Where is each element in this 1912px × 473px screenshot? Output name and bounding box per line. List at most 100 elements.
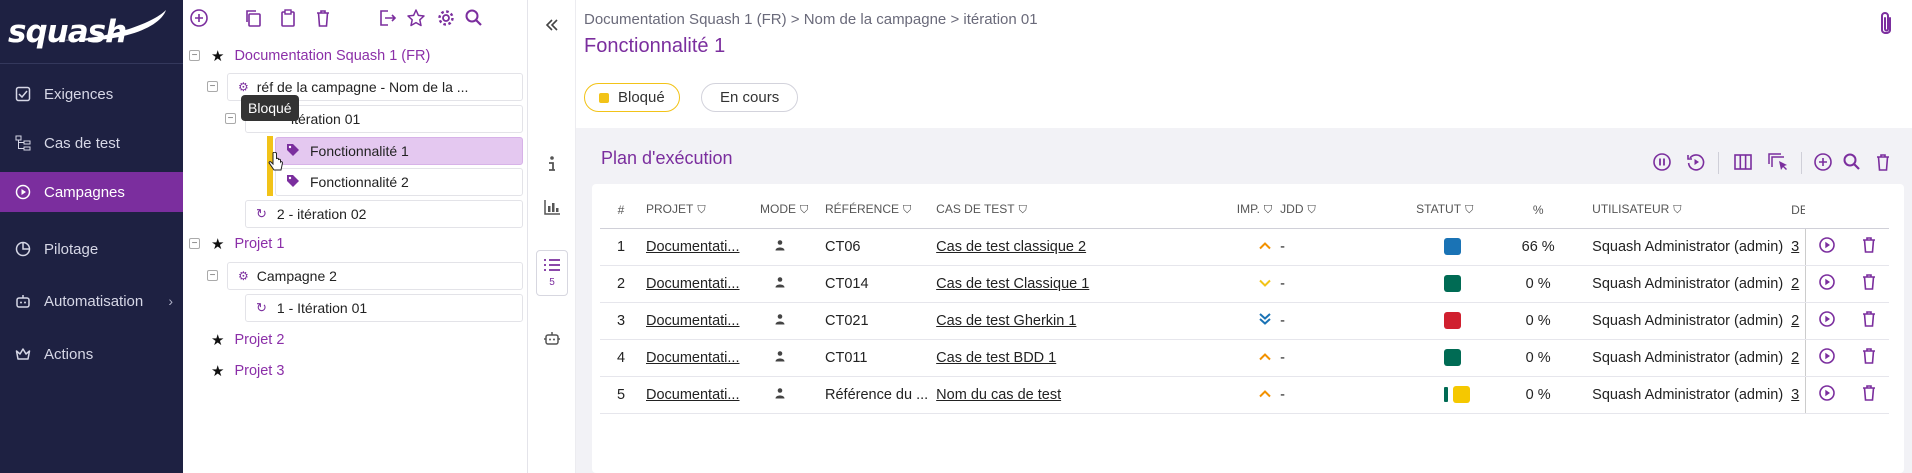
tree-node-iteration-01b[interactable]: ↻ 1 - Itération 01 (245, 294, 523, 322)
col-header-statut[interactable]: STATUT ⛉ (1412, 192, 1507, 229)
stats-bar-chart-icon[interactable] (536, 191, 568, 223)
toolbar-divider (1718, 152, 1719, 174)
col-header-importance[interactable]: IMP. ⛉ (1208, 192, 1277, 229)
relaunch-icon[interactable] (1684, 150, 1708, 174)
collapse-toggle[interactable]: − (207, 270, 218, 281)
table-row[interactable]: 2 Documentati... CT014 Cas de test Classiqu… (600, 265, 1890, 303)
col-header-percent[interactable]: % (1506, 192, 1571, 229)
execution-plan-tab[interactable]: 5 (536, 250, 568, 296)
pause-icon[interactable] (1650, 150, 1674, 174)
nav-item-cas-de-test[interactable]: Cas de test (0, 123, 183, 163)
tree-node-projet-3[interactable]: ★ Projet 3 (211, 357, 284, 385)
row-reference: CT011 (821, 339, 933, 377)
col-header-reference[interactable]: RÉFÉRENCE ⛉ (821, 192, 933, 229)
nav-item-actions[interactable]: Actions (0, 334, 183, 374)
nav-item-exigences[interactable]: Exigences (0, 74, 183, 114)
col-header-projet[interactable]: PROJET ⛉ (642, 192, 756, 229)
col-header-de[interactable]: DE (1787, 192, 1806, 229)
row-status[interactable] (1412, 376, 1507, 414)
list-icon (543, 258, 561, 276)
execute-icon[interactable] (1805, 265, 1850, 303)
row-projet-link[interactable]: Documentati... (642, 376, 756, 414)
status-swatch (1453, 386, 1471, 403)
col-header-num[interactable]: # (600, 192, 642, 229)
status-pill-blocked[interactable]: Bloqué (584, 83, 680, 112)
row-test-case-link[interactable]: Cas de test BDD 1 (932, 339, 1209, 377)
delete-icon[interactable] (311, 6, 335, 30)
info-icon[interactable] (536, 148, 568, 180)
row-projet-link[interactable]: Documentati... (642, 339, 756, 377)
tree-node-fonctionnalite-2[interactable]: Fonctionnalité 2 (275, 168, 523, 196)
star-icon[interactable] (404, 6, 428, 30)
tree-node-fonctionnalite-1[interactable]: Fonctionnalité 1 (275, 137, 523, 165)
export-icon[interactable] (375, 6, 399, 30)
tree-node-campagne-2[interactable]: ⚙ Campagne 2 (227, 262, 523, 290)
collapse-toggle[interactable]: − (189, 238, 200, 249)
row-num: 5 (600, 376, 642, 414)
row-percent: 66 % (1506, 228, 1571, 266)
delete-row-icon[interactable] (1849, 302, 1890, 340)
row-test-case-link[interactable]: Cas de test classique 2 (932, 228, 1209, 266)
delete-icon[interactable] (1871, 150, 1895, 174)
row-test-case-link[interactable]: Nom du cas de test (932, 376, 1209, 414)
col-header-jdd[interactable]: JDD ⛉ (1276, 192, 1413, 229)
robot-icon[interactable] (536, 322, 568, 354)
checkbox-icon (14, 85, 32, 103)
nav-label: Actions (44, 345, 94, 363)
main-content: Documentation Squash 1 (FR) > Nom de la … (576, 0, 1912, 473)
search-icon[interactable] (462, 6, 486, 30)
filter-icon: ⛉ (1263, 204, 1273, 217)
table-row[interactable]: 1 Documentati... CT06 Cas de test classique… (600, 228, 1890, 266)
collapse-toggle[interactable]: − (225, 113, 236, 124)
delete-row-icon[interactable] (1849, 376, 1890, 414)
collapse-toggle[interactable]: − (207, 81, 218, 92)
execute-icon[interactable] (1805, 376, 1850, 414)
delete-row-icon[interactable] (1849, 265, 1890, 303)
add-test-case-icon[interactable] (1811, 150, 1835, 174)
col-header-utilisateur[interactable]: UTILISATEUR ⛉ (1570, 192, 1788, 229)
entity-header: Documentation Squash 1 (FR) > Nom de la … (576, 0, 1912, 128)
row-status[interactable] (1412, 339, 1507, 377)
gear-icon[interactable] (434, 6, 458, 30)
row-test-case-link[interactable]: Cas de test Gherkin 1 (932, 302, 1209, 340)
tree-node-projet-2[interactable]: ★ Projet 2 (211, 326, 284, 354)
execute-icon[interactable] (1805, 339, 1850, 377)
logo[interactable]: squash (0, 0, 183, 64)
table-row[interactable]: 5 Documentati... Référence du ... Nom du ca… (600, 376, 1890, 414)
nav-item-pilotage[interactable]: Pilotage (0, 229, 183, 269)
row-projet-link[interactable]: Documentati... (642, 228, 756, 266)
collapse-double-chevron-icon[interactable] (536, 9, 568, 41)
table-row[interactable]: 4 Documentati... CT011 Cas de test BDD 1 - 0 … (600, 339, 1890, 377)
tree-node-projet-1[interactable]: ★ Projet 1 (211, 230, 284, 258)
breadcrumb[interactable]: Documentation Squash 1 (FR) > Nom de la … (584, 11, 1038, 28)
copy-icon[interactable] (241, 6, 265, 30)
nav-item-automatisation[interactable]: Automatisation › (0, 281, 183, 321)
star-filled-icon: ★ (211, 236, 225, 253)
row-test-case-link[interactable]: Cas de test Classique 1 (932, 265, 1209, 303)
row-status[interactable] (1412, 302, 1507, 340)
delete-row-icon[interactable] (1849, 339, 1890, 377)
row-de: 2 (1787, 302, 1806, 340)
execute-icon[interactable] (1805, 302, 1850, 340)
row-status[interactable] (1412, 228, 1507, 266)
add-icon[interactable] (187, 6, 211, 30)
toolbar-divider (1801, 152, 1802, 174)
col-header-cas-de-test[interactable]: CAS DE TEST ⛉ (932, 192, 1209, 229)
row-projet-link[interactable]: Documentati... (642, 265, 756, 303)
attachment-icon[interactable] (1876, 10, 1896, 43)
tree-node-project-doc[interactable]: ★ Documentation Squash 1 (FR) (211, 42, 430, 70)
nav-item-campagnes[interactable]: Campagnes (0, 172, 183, 212)
multi-select-icon[interactable] (1766, 150, 1790, 174)
delete-row-icon[interactable] (1849, 228, 1890, 266)
tree-node-iteration-02[interactable]: ↻ 2 - itération 02 (245, 200, 523, 228)
col-header-mode[interactable]: MODE ⛉ (756, 192, 821, 229)
search-icon[interactable] (1840, 150, 1864, 174)
table-row[interactable]: 3 Documentati... CT021 Cas de test Gherkin … (600, 302, 1890, 340)
execute-icon[interactable] (1805, 228, 1850, 266)
row-projet-link[interactable]: Documentati... (642, 302, 756, 340)
row-status[interactable] (1412, 265, 1507, 303)
status-pill-en-cours[interactable]: En cours (701, 83, 799, 112)
paste-icon[interactable] (276, 6, 300, 30)
columns-icon[interactable] (1731, 150, 1755, 174)
collapse-toggle[interactable]: − (189, 50, 200, 61)
